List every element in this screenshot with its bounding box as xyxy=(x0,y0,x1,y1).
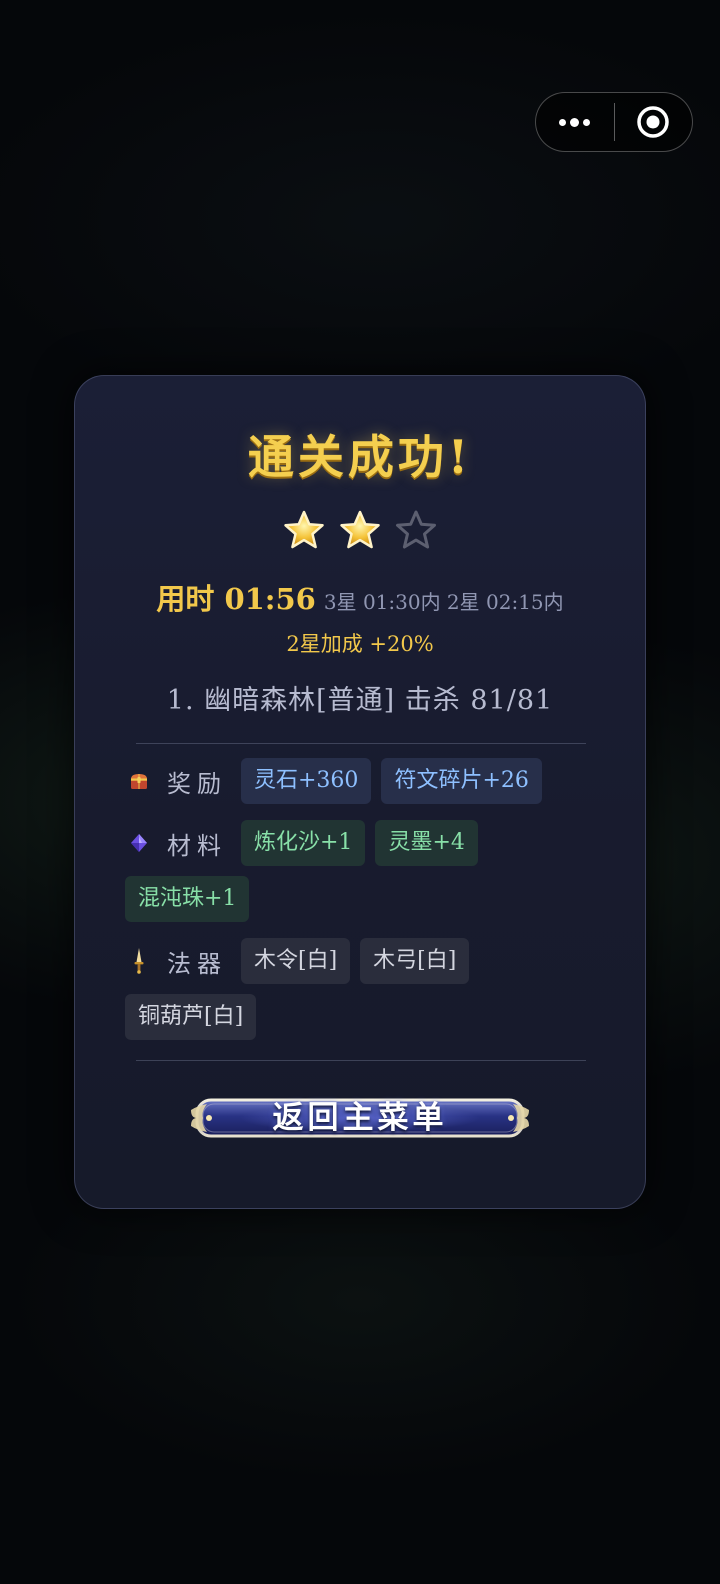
reward-chip: 符文碎片+26 xyxy=(381,758,542,804)
more-button[interactable] xyxy=(536,93,614,151)
target-circle-icon xyxy=(637,106,669,138)
result-card: 通关成功! 用时 01:56 3星 01:30内 2星 02:15内 2星加成 … xyxy=(74,375,646,1209)
material-chip: 炼化沙+1 xyxy=(241,820,366,866)
artifact-row: 法器 木令[白] 木弓[白] 铜葫芦[白] xyxy=(125,938,595,1040)
material-chip: 混沌珠+1 xyxy=(125,876,250,922)
clear-time: 用时 01:56 xyxy=(156,582,316,616)
purple-gem-icon xyxy=(129,833,149,853)
miniprogram-capsule xyxy=(535,92,693,152)
more-dots-icon xyxy=(559,117,591,127)
artifact-chip: 木弓[白] xyxy=(360,938,470,984)
return-main-menu-label: 返回主菜单 xyxy=(272,1100,448,1136)
artifact-chip: 木令[白] xyxy=(241,938,351,984)
game-screen: 通关成功! 用时 01:56 3星 01:30内 2星 02:15内 2星加成 … xyxy=(0,0,720,1584)
material-row: 材料 炼化沙+1 灵墨+4 混沌珠+1 xyxy=(125,820,595,922)
stage-summary: 1. 幽暗森林[普通] 击杀 81/81 xyxy=(166,685,554,716)
artifact-chip: 铜葫芦[白] xyxy=(125,994,257,1040)
material-chip: 灵墨+4 xyxy=(375,820,478,866)
material-label: 材料 xyxy=(167,831,227,860)
reward-label: 奖励 xyxy=(167,769,227,798)
reward-list: 奖励 灵石+360 符文碎片+26 材料 炼化沙+1 灵墨+4 混沌珠+1 法器… xyxy=(125,758,595,1056)
star-rating xyxy=(75,509,645,551)
result-title: 通关成功! xyxy=(247,430,473,484)
clear-time-line: 用时 01:56 3星 01:30内 2星 02:15内 xyxy=(75,576,645,618)
reward-chip: 灵石+360 xyxy=(241,758,372,804)
star-empty-icon xyxy=(396,510,436,549)
treasure-chest-icon xyxy=(129,771,149,791)
close-miniprogram-button[interactable] xyxy=(615,93,693,151)
divider xyxy=(136,743,586,744)
reward-row: 奖励 灵石+360 符文碎片+26 xyxy=(125,758,595,804)
return-main-menu-button[interactable]: 返回主菜单 xyxy=(189,1094,531,1142)
divider xyxy=(136,1060,586,1061)
material-row-label: 材料 xyxy=(125,820,227,866)
artifact-row-label: 法器 xyxy=(125,938,227,984)
star-filled-icon xyxy=(284,510,324,549)
reward-row-label: 奖励 xyxy=(125,758,227,804)
star-filled-icon xyxy=(340,510,380,549)
star-bonus: 2星加成 +20% xyxy=(286,632,434,656)
star-requirements: 3星 01:30内 2星 02:15内 xyxy=(323,590,564,614)
artifact-label: 法器 xyxy=(167,949,227,978)
dagger-icon xyxy=(129,948,149,974)
